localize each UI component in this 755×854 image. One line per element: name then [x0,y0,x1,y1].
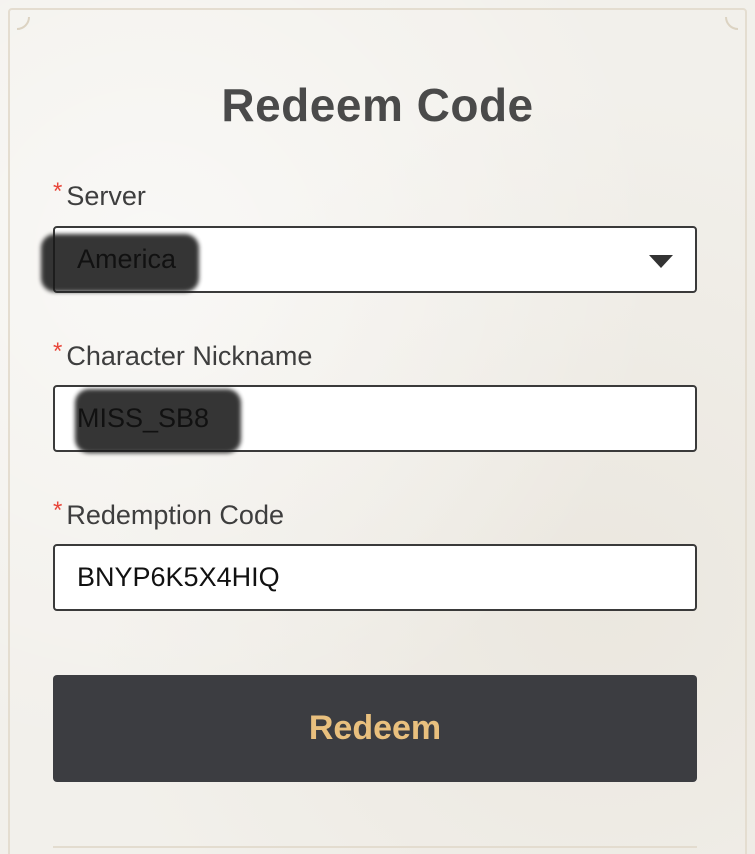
divider [53,846,697,848]
redemption-code-field[interactable]: BNYP6K5X4HIQ [53,544,697,611]
nickname-field[interactable]: MISS_SB8 [53,385,697,453]
code-label-text: Redemption Code [66,500,284,530]
required-marker: * [53,497,63,524]
server-select[interactable]: America [41,226,697,293]
required-marker: * [53,338,63,365]
server-label-text: Server [66,181,146,211]
required-marker: * [53,178,63,205]
redemption-code-value: BNYP6K5X4HIQ [77,562,280,592]
redeem-code-panel: Redeem Code * Server America * Character N… [0,0,755,854]
nickname-label-text: Character Nickname [66,341,313,371]
redeem-button[interactable]: Redeem [53,675,697,782]
nickname-field-value: MISS_SB8 [77,403,210,433]
server-select-value: America [77,244,177,274]
corner-ornament-icon [725,17,738,30]
chevron-down-icon[interactable] [649,255,673,268]
server-label: * Server [53,178,146,212]
nickname-label: * Character Nickname [53,338,313,372]
page-title: Redeem Code [221,79,534,131]
code-label: * Redemption Code [53,497,284,531]
corner-ornament-icon [17,17,30,30]
